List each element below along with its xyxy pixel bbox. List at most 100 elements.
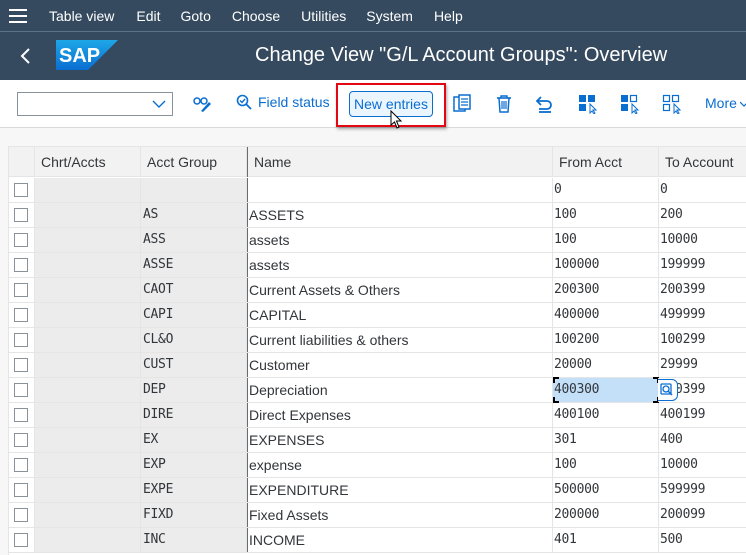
row-checkbox[interactable] bbox=[14, 358, 28, 372]
cell-from-acct[interactable]: 200000 bbox=[553, 503, 659, 527]
cell-name[interactable]: ASSETS bbox=[247, 203, 553, 227]
table-row[interactable]: EX EXPENSES 301 400 bbox=[9, 428, 746, 453]
hamburger-menu-icon[interactable] bbox=[0, 0, 36, 32]
cell-name[interactable]: assets bbox=[247, 228, 553, 252]
cell-from-acct[interactable]: 500000 bbox=[553, 478, 659, 502]
table-row[interactable]: CAOT Current Assets & Others 200300 200399 bbox=[9, 278, 746, 303]
undo-icon[interactable] bbox=[535, 94, 555, 114]
table-row[interactable]: ASSE assets 100000 199999 bbox=[9, 253, 746, 278]
column-header-name[interactable]: Name bbox=[247, 147, 553, 177]
back-button[interactable] bbox=[18, 44, 40, 68]
cell-to-account[interactable]: 599999 bbox=[659, 478, 746, 502]
column-header-from-acct[interactable]: From Acct bbox=[553, 147, 659, 177]
row-checkbox[interactable] bbox=[14, 408, 28, 422]
cell-to-account[interactable]: 400 bbox=[659, 428, 746, 452]
variant-dropdown[interactable] bbox=[17, 92, 173, 116]
menu-table-view[interactable]: Table view bbox=[49, 8, 114, 24]
table-row[interactable]: EXPE EXPENDITURE 500000 599999 bbox=[9, 478, 746, 503]
cell-from-acct[interactable]: 400000 bbox=[553, 303, 659, 327]
cell-from-acct[interactable]: 100 bbox=[553, 203, 659, 227]
cell-to-account[interactable]: 500 bbox=[659, 528, 746, 552]
menu-edit[interactable]: Edit bbox=[136, 8, 160, 24]
cell-name[interactable]: Fixed Assets bbox=[247, 503, 553, 527]
select-all-icon[interactable] bbox=[578, 94, 598, 114]
row-checkbox[interactable] bbox=[14, 533, 28, 547]
select-all-column-header[interactable] bbox=[9, 147, 35, 177]
table-row[interactable]: CUST Customer 20000 29999 bbox=[9, 353, 746, 378]
row-checkbox[interactable] bbox=[14, 283, 28, 297]
table-row[interactable]: DIRE Direct Expenses 400100 400199 bbox=[9, 403, 746, 428]
cell-name[interactable]: assets bbox=[247, 253, 553, 277]
row-checkbox[interactable] bbox=[14, 308, 28, 322]
cell-name[interactable]: Depreciation bbox=[247, 378, 553, 402]
column-header-to-account[interactable]: To Account bbox=[659, 147, 746, 177]
column-header-chart-of-accounts[interactable]: Chrt/Accts bbox=[35, 147, 141, 177]
more-button[interactable]: More bbox=[705, 95, 737, 111]
table-row[interactable]: CAPI CAPITAL 400000 499999 bbox=[9, 303, 746, 328]
row-checkbox[interactable] bbox=[14, 183, 28, 197]
row-checkbox[interactable] bbox=[14, 483, 28, 497]
cell-from-acct[interactable]: 20000 bbox=[553, 353, 659, 377]
cell-to-account[interactable]: 400199 bbox=[659, 403, 746, 427]
cell-to-account[interactable]: 10000 bbox=[659, 228, 746, 252]
cell-from-acct[interactable]: 301 bbox=[553, 428, 659, 452]
deselect-all-icon[interactable] bbox=[662, 94, 682, 114]
cell-to-account[interactable]: 100299 bbox=[659, 328, 746, 352]
cell-to-account[interactable]: 200399 bbox=[659, 278, 746, 302]
cell-from-acct[interactable]: 100200 bbox=[553, 328, 659, 352]
table-row[interactable]: AS ASSETS 100 200 bbox=[9, 203, 746, 228]
row-checkbox[interactable] bbox=[14, 333, 28, 347]
row-checkbox[interactable] bbox=[14, 508, 28, 522]
table-row[interactable]: FIXD Fixed Assets 200000 200099 bbox=[9, 503, 746, 528]
cell-from-acct[interactable]: 200300 bbox=[553, 278, 659, 302]
menu-system[interactable]: System bbox=[366, 8, 413, 24]
cell-from-acct[interactable]: 400300 bbox=[553, 378, 659, 402]
table-row[interactable]: ASS assets 100 10000 bbox=[9, 228, 746, 253]
table-row[interactable]: INC INCOME 401 500 bbox=[9, 528, 746, 553]
table-row[interactable]: 00 bbox=[9, 178, 746, 203]
cell-name[interactable]: Current Assets & Others bbox=[247, 278, 553, 302]
cell-to-account[interactable]: 499999 bbox=[659, 303, 746, 327]
copy-icon[interactable] bbox=[452, 94, 472, 114]
menu-goto[interactable]: Goto bbox=[181, 8, 211, 24]
cell-name[interactable]: EXPENSES bbox=[247, 428, 553, 452]
delete-icon[interactable] bbox=[494, 94, 514, 114]
table-row[interactable]: DEP Depreciation 400300 400399 bbox=[9, 377, 746, 403]
row-checkbox[interactable] bbox=[14, 208, 28, 222]
cell-to-account[interactable]: 199999 bbox=[659, 253, 746, 277]
cell-name[interactable]: Current liabilities & others bbox=[247, 328, 553, 352]
table-row[interactable]: CL&O Current liabilities & others 100200 10… bbox=[9, 328, 746, 353]
cell-to-account[interactable]: 200099 bbox=[659, 503, 746, 527]
value-help-button[interactable] bbox=[658, 379, 678, 401]
column-header-acct-group[interactable]: Acct Group bbox=[141, 147, 247, 177]
cell-from-acct[interactable]: 401 bbox=[553, 528, 659, 552]
cell-from-acct[interactable]: 100 bbox=[553, 228, 659, 252]
cell-name[interactable]: EXPENDITURE bbox=[247, 478, 553, 502]
row-checkbox[interactable] bbox=[14, 258, 28, 272]
menu-utilities[interactable]: Utilities bbox=[301, 8, 346, 24]
cell-to-account[interactable]: 10000 bbox=[659, 453, 746, 477]
select-block-icon[interactable] bbox=[620, 94, 640, 114]
cell-to-account[interactable]: 29999 bbox=[659, 353, 746, 377]
cell-to-account[interactable]: 0 bbox=[659, 178, 746, 202]
cell-name[interactable]: Direct Expenses bbox=[247, 403, 553, 427]
cell-from-acct[interactable]: 400100 bbox=[553, 403, 659, 427]
cell-from-acct[interactable]: 100000 bbox=[553, 253, 659, 277]
table-row[interactable]: EXP expense 100 10000 bbox=[9, 453, 746, 478]
cell-from-acct[interactable]: 100 bbox=[553, 453, 659, 477]
row-checkbox[interactable] bbox=[14, 233, 28, 247]
row-checkbox[interactable] bbox=[14, 458, 28, 472]
display-change-icon[interactable] bbox=[192, 94, 212, 114]
cell-from-acct[interactable]: 0 bbox=[553, 178, 659, 202]
cell-to-account[interactable]: 200 bbox=[659, 203, 746, 227]
field-status-button[interactable]: Field status bbox=[236, 94, 330, 110]
cell-name[interactable]: INCOME bbox=[247, 528, 553, 552]
row-checkbox[interactable] bbox=[14, 433, 28, 447]
cell-name[interactable] bbox=[247, 178, 553, 202]
cell-name[interactable]: expense bbox=[247, 453, 553, 477]
cell-name[interactable]: Customer bbox=[247, 353, 553, 377]
menu-choose[interactable]: Choose bbox=[232, 8, 280, 24]
row-checkbox[interactable] bbox=[14, 383, 28, 397]
menu-help[interactable]: Help bbox=[434, 8, 463, 24]
cell-name[interactable]: CAPITAL bbox=[247, 303, 553, 327]
